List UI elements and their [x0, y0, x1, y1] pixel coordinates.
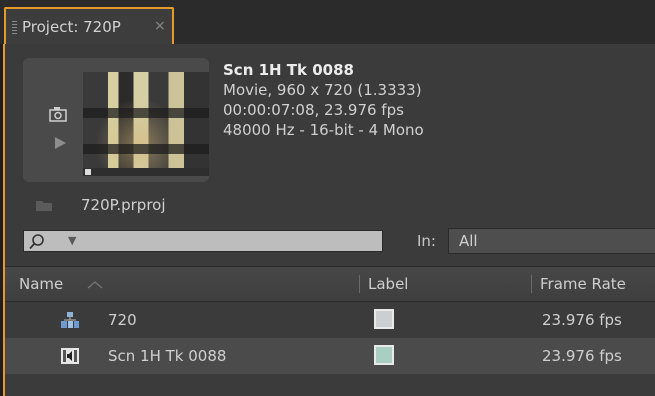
- item-name: 720: [108, 311, 137, 329]
- clip-audio-icon: [61, 348, 79, 364]
- filter-value: All: [459, 232, 478, 250]
- chevron-down-icon[interactable]: ▼: [68, 234, 76, 247]
- item-frame-rate: 23.976 fps: [542, 311, 622, 329]
- clip-audio: 48000 Hz - 16-bit - 4 Mono: [223, 121, 424, 139]
- project-panel: Scn 1H Tk 0088 Movie, 960 x 720 (1.3333)…: [3, 44, 655, 396]
- sequence-icon: [61, 312, 79, 328]
- column-divider[interactable]: [359, 275, 360, 293]
- list-item[interactable]: 720 23.976 fps: [5, 302, 655, 338]
- label-color-swatch[interactable]: [374, 309, 394, 329]
- filter-label: In:: [417, 232, 436, 250]
- play-icon[interactable]: [53, 136, 67, 150]
- column-label[interactable]: Label: [368, 275, 408, 293]
- clip-name: Scn 1H Tk 0088: [223, 61, 354, 79]
- panel-tab-bar: Project: 720P ×: [0, 0, 655, 44]
- preview-area: [23, 58, 209, 182]
- scrubber-handle[interactable]: [85, 169, 91, 175]
- item-frame-rate: 23.976 fps: [542, 347, 622, 365]
- column-name[interactable]: Name: [19, 275, 63, 293]
- close-icon[interactable]: ×: [154, 18, 166, 34]
- label-color-swatch[interactable]: [374, 345, 394, 365]
- clip-type-info: Movie, 960 x 720 (1.3333): [223, 81, 422, 99]
- column-header: Name Label Frame Rate: [5, 266, 655, 302]
- tab-title: Project: 720P: [22, 18, 121, 36]
- clip-metadata: Scn 1H Tk 0088 Movie, 960 x 720 (1.3333)…: [223, 60, 424, 140]
- search-input[interactable]: ▼: [23, 230, 383, 252]
- search-icon[interactable]: [28, 233, 46, 251]
- tab-project[interactable]: Project: 720P ×: [4, 7, 174, 44]
- project-filename: 720P.prproj: [81, 196, 166, 214]
- grip-icon[interactable]: [12, 21, 17, 35]
- filter-dropdown[interactable]: All: [448, 228, 655, 254]
- column-divider[interactable]: [531, 275, 532, 293]
- camera-icon[interactable]: [49, 106, 67, 122]
- list-item[interactable]: Scn 1H Tk 0088 23.976 fps: [5, 338, 655, 374]
- thumbnail-scrubber[interactable]: [83, 168, 209, 176]
- sort-ascending-icon[interactable]: [87, 281, 103, 289]
- item-name: Scn 1H Tk 0088: [108, 347, 227, 365]
- clip-timing: 00:00:07:08, 23.976 fps: [223, 101, 404, 119]
- folder-icon: [36, 201, 52, 211]
- clip-thumbnail: [83, 72, 209, 176]
- column-frame-rate[interactable]: Frame Rate: [540, 275, 626, 293]
